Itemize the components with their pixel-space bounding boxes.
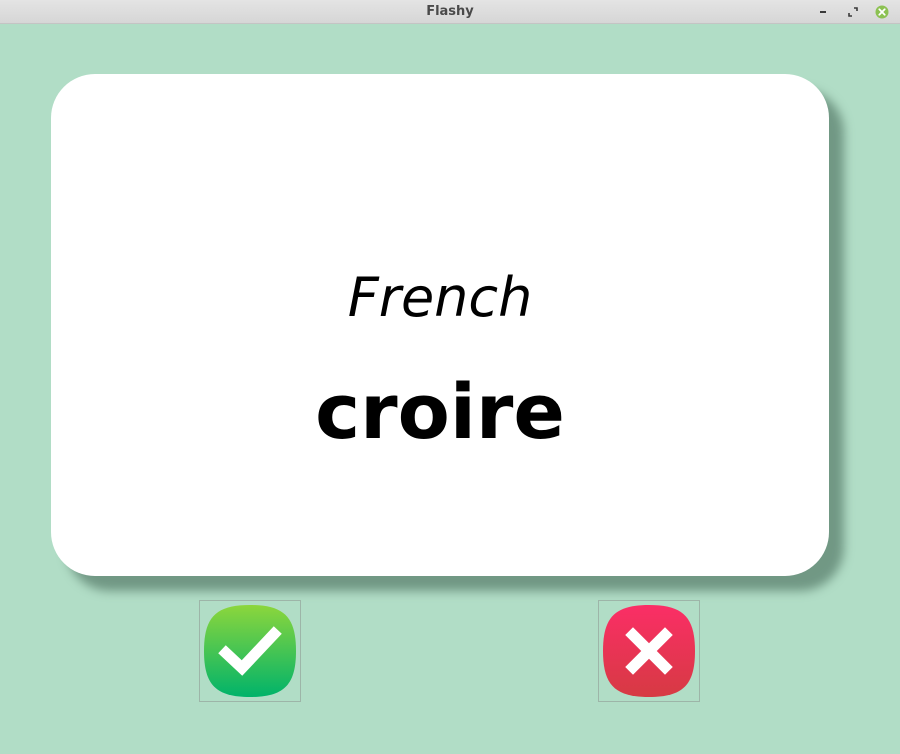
app-window: Flashy French croire	[0, 0, 900, 754]
maximize-icon	[848, 7, 858, 17]
close-button[interactable]	[874, 4, 890, 20]
unknown-button[interactable]	[598, 600, 700, 702]
title-bar[interactable]: Flashy	[0, 0, 900, 24]
cross-icon	[603, 605, 695, 697]
close-icon	[875, 5, 889, 19]
card-word: croire	[315, 367, 565, 456]
flash-card: French croire	[51, 74, 829, 576]
minimize-icon	[820, 11, 826, 13]
window-title: Flashy	[426, 4, 474, 19]
check-icon	[204, 605, 296, 697]
maximize-button[interactable]	[845, 4, 861, 20]
card-language-title: French	[347, 266, 533, 329]
known-button[interactable]	[199, 600, 301, 702]
minimize-button[interactable]	[815, 4, 831, 20]
